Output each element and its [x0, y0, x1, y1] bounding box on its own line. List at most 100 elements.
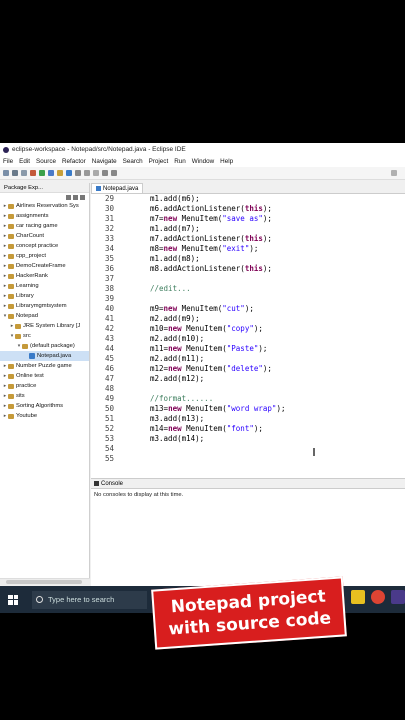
- tree-item[interactable]: ▸ Library: [0, 291, 89, 301]
- tree-item[interactable]: ▸ assignments: [0, 211, 89, 221]
- scrollbar-thumb[interactable]: [6, 580, 82, 584]
- menu-bar: File Edit Source Refactor Navigate Search Proj…: [0, 156, 405, 167]
- tree-item[interactable]: ▸ CharCount: [0, 231, 89, 241]
- package-explorer-scrollbar[interactable]: [0, 578, 90, 585]
- console-tab-label: Console: [101, 480, 124, 487]
- tree-item[interactable]: Notepad.java: [0, 351, 89, 361]
- view-menu-icon[interactable]: [80, 194, 85, 200]
- code-line: 48: [91, 384, 405, 394]
- line-number: 45: [104, 354, 114, 363]
- code-line: 49 //format......: [91, 394, 405, 404]
- tree-item-label: src: [23, 333, 31, 339]
- line-number: 30: [104, 204, 114, 213]
- tree-item[interactable]: ▸ DemoCreateFrame: [0, 261, 89, 271]
- console-tab[interactable]: Console: [91, 479, 405, 489]
- java-file-icon: [96, 186, 101, 191]
- new-icon[interactable]: [3, 170, 9, 176]
- tree-item[interactable]: ▸ Youtube: [0, 411, 89, 421]
- perspective-icon[interactable]: [391, 170, 397, 176]
- tree-item-label: Librarymgmtsystem: [16, 303, 67, 309]
- tree-item[interactable]: ▸ Number Puzzle game: [0, 361, 89, 371]
- tree-item-label: Sorting Algorithms: [16, 403, 64, 409]
- tree-item-label: (default package): [30, 343, 75, 349]
- folder-icon: [15, 323, 21, 329]
- windows-start-icon[interactable]: [8, 594, 18, 605]
- menu-item-source[interactable]: Source: [36, 158, 56, 165]
- code-line: 43 m2.add(m10);: [91, 334, 405, 344]
- code-text: m2.add(m9);: [150, 314, 200, 323]
- code-line: 52 m14=new MenuItem("font");: [91, 424, 405, 434]
- menu-item-project[interactable]: Project: [149, 158, 169, 165]
- taskbar-search-input[interactable]: Type here to search: [32, 590, 147, 609]
- debug-icon[interactable]: [30, 170, 36, 176]
- code-text: m3.add(m13);: [150, 414, 205, 423]
- tree-item[interactable]: ▸ Learning: [0, 281, 89, 291]
- tree-item-label: Airlines Reservation Sys: [16, 203, 79, 209]
- eclipse-logo-icon: [3, 146, 9, 153]
- collapse-all-icon[interactable]: [66, 194, 71, 200]
- menu-item-run[interactable]: Run: [174, 158, 186, 165]
- search-icon[interactable]: [84, 170, 90, 176]
- link-editor-icon[interactable]: [73, 194, 78, 200]
- menu-item-window[interactable]: Window: [192, 158, 214, 165]
- tree-item[interactable]: ▸ HackerRank: [0, 271, 89, 281]
- chrome-icon[interactable]: [371, 590, 385, 604]
- menu-item-edit[interactable]: Edit: [19, 158, 30, 165]
- line-number: 32: [104, 224, 114, 233]
- tree-item[interactable]: ▾ (default package): [0, 341, 89, 351]
- line-number: 36: [104, 264, 114, 273]
- eclipse-taskbar-icon[interactable]: [391, 590, 405, 604]
- code-text: m6.addActionListener(this);: [150, 204, 272, 213]
- line-number: 52: [104, 424, 114, 433]
- tree-item[interactable]: ▸ Airlines Reservation Sys: [0, 201, 89, 211]
- file-explorer-icon[interactable]: [351, 590, 365, 604]
- menu-item-help[interactable]: Help: [220, 158, 233, 165]
- tree-item[interactable]: ▸ JRE System Library [J: [0, 321, 89, 331]
- save-icon[interactable]: [12, 170, 18, 176]
- menu-item-file[interactable]: File: [3, 158, 13, 165]
- tree-item[interactable]: ▸ practice: [0, 381, 89, 391]
- back-icon[interactable]: [102, 170, 108, 176]
- code-text: m12=new MenuItem("delete");: [150, 364, 272, 373]
- new-package-icon[interactable]: [57, 170, 63, 176]
- package-explorer-tab-label: Package Exp...: [4, 184, 43, 191]
- package-explorer-tab[interactable]: Package Exp...: [0, 183, 89, 193]
- tree-item[interactable]: ▸ Online test: [0, 371, 89, 381]
- code-text: m8.addActionListener(this);: [150, 264, 272, 273]
- tree-item[interactable]: ▸ Librarymgmtsystem: [0, 301, 89, 311]
- code-text: m14=new MenuItem("font");: [150, 424, 263, 433]
- tree-item[interactable]: ▸ car racing game: [0, 221, 89, 231]
- tree-item-label: sits: [16, 393, 25, 399]
- folder-icon: [8, 243, 14, 249]
- folder-icon: [22, 343, 28, 349]
- tab-notepad-java[interactable]: Notepad.java: [91, 183, 144, 193]
- menu-item-search[interactable]: Search: [123, 158, 143, 165]
- run-icon[interactable]: [39, 170, 45, 176]
- open-type-icon[interactable]: [75, 170, 81, 176]
- code-text: m3.add(m14);: [150, 434, 205, 443]
- code-text: m8=new MenuItem("exit");: [150, 244, 259, 253]
- code-line: 38 //edit...: [91, 284, 405, 294]
- line-number: 55: [104, 454, 114, 463]
- console-icon: [94, 481, 99, 486]
- annotation-icon[interactable]: [93, 170, 99, 176]
- new-class-icon[interactable]: [66, 170, 72, 176]
- code-line: 31 m7=new MenuItem("save as");: [91, 214, 405, 224]
- new-java-project-icon[interactable]: [48, 170, 54, 176]
- tree-item[interactable]: ▸ concept practice: [0, 241, 89, 251]
- tree-item[interactable]: ▾ src: [0, 331, 89, 341]
- forward-icon[interactable]: [111, 170, 117, 176]
- print-icon[interactable]: [21, 170, 27, 176]
- code-line: 34 m8=new MenuItem("exit");: [91, 244, 405, 254]
- tree-item[interactable]: ▸ sits: [0, 391, 89, 401]
- tree-item[interactable]: ▸ Sorting Algorithms: [0, 401, 89, 411]
- folder-icon: [8, 273, 14, 279]
- tree-item[interactable]: ▾ Notepad: [0, 311, 89, 321]
- tree-item[interactable]: ▸ cpp_project: [0, 251, 89, 261]
- code-line: 29 m1.add(m6);: [91, 194, 405, 204]
- menu-item-refactor[interactable]: Refactor: [62, 158, 86, 165]
- menu-item-navigate[interactable]: Navigate: [92, 158, 117, 165]
- code-area[interactable]: 29 m1.add(m6); 30 m6.addActionListener(this…: [91, 194, 405, 464]
